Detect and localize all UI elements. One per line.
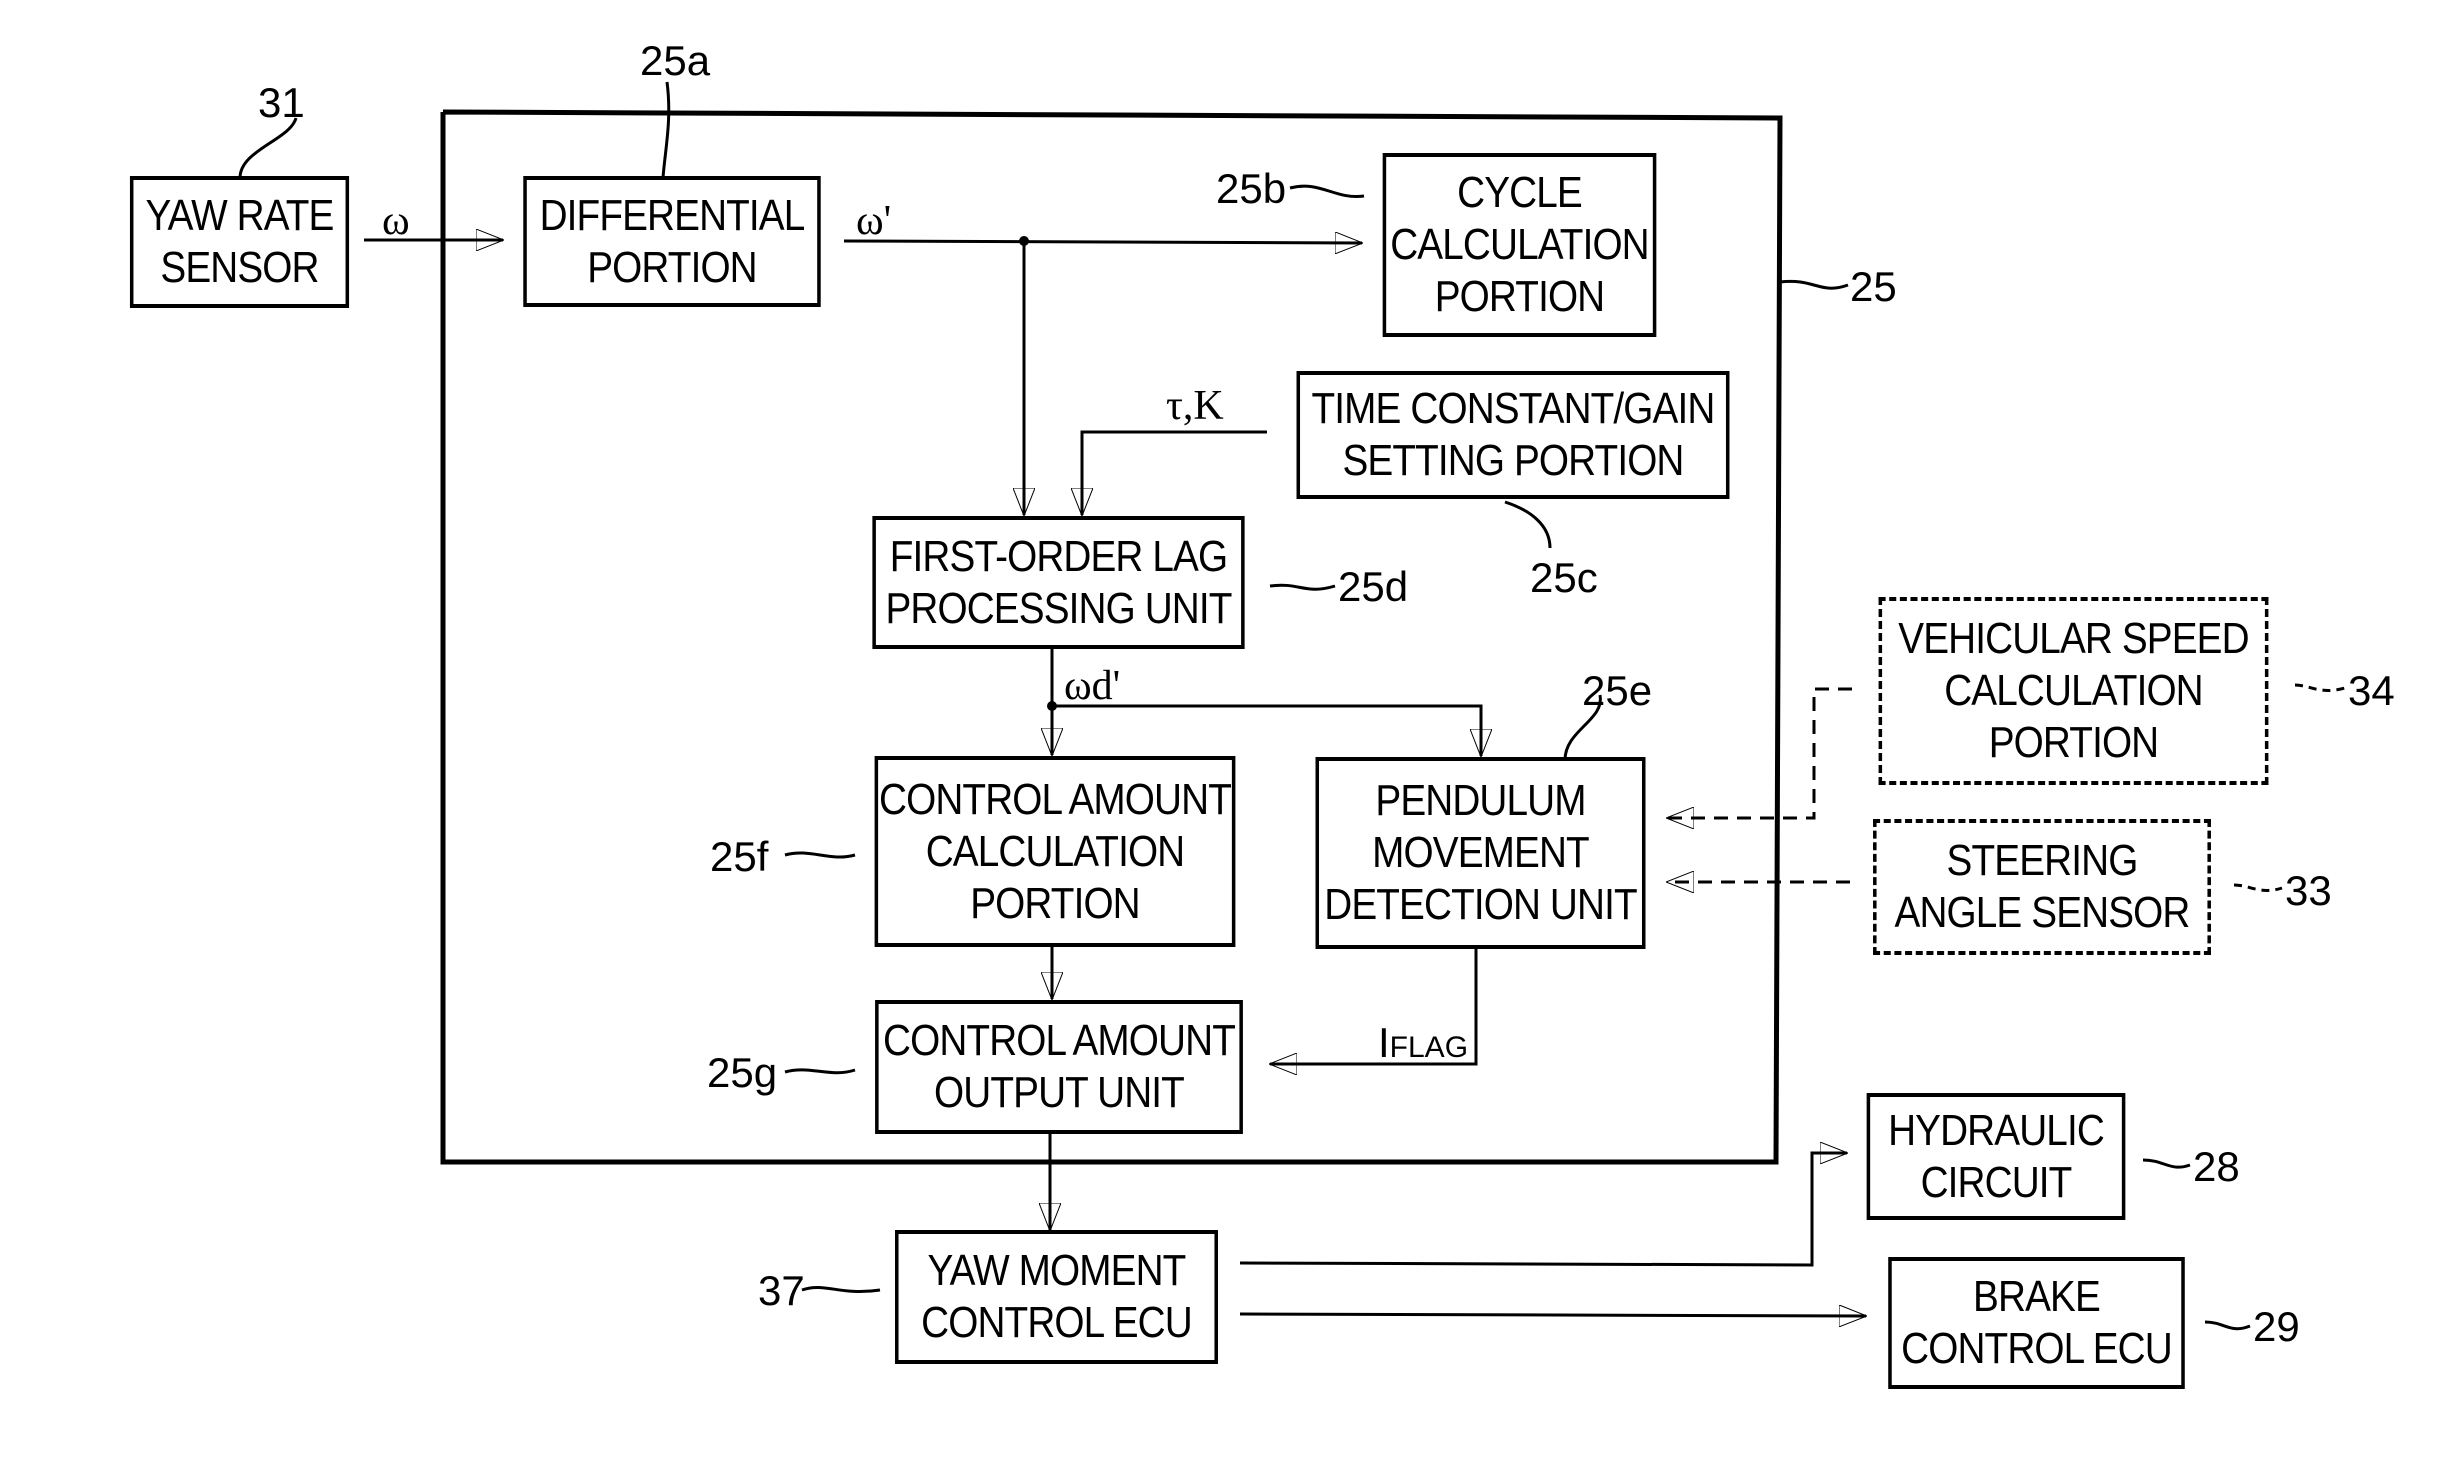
leader-25g xyxy=(784,1068,856,1075)
yaw-moment-control-ecu-block: YAW MOMENT CONTROL ECU xyxy=(895,1230,1218,1364)
leader-31 xyxy=(238,117,298,179)
block-text: CONTROL AMOUNT xyxy=(883,1016,1236,1065)
signal-tau-k: τ,K xyxy=(1166,383,1224,429)
leader-37 xyxy=(801,1286,881,1294)
differential-portion-block: DIFFERENTIAL PORTION xyxy=(523,176,821,307)
ref-label-37: 37 xyxy=(758,1267,805,1314)
hydraulic-circuit-block: HYDRAULIC CIRCUIT xyxy=(1866,1093,2126,1220)
leader-33 xyxy=(2233,883,2283,892)
control-amount-calculation-block: CONTROL AMOUNT CALCULATION PORTION xyxy=(874,756,1236,947)
block-text: PORTION xyxy=(1434,272,1605,321)
ref-label-25c: 25c xyxy=(1530,554,1598,601)
block-text: YAW RATE xyxy=(145,191,334,240)
block-text: DIFFERENTIAL xyxy=(539,190,806,240)
leader-28 xyxy=(2142,1158,2191,1169)
block-text: PORTION xyxy=(587,242,757,292)
vehicular-speed-block: VEHICULAR SPEED CALCULATION PORTION xyxy=(1878,597,2269,785)
block-text: CALCULATION xyxy=(1944,666,2203,715)
ref-label-25d: 25d xyxy=(1338,563,1409,610)
leader-25a xyxy=(661,81,671,179)
block-text: ANGLE SENSOR xyxy=(1894,888,2191,937)
leader-25f xyxy=(784,851,856,859)
ref-label-31: 31 xyxy=(258,79,305,126)
control-amount-output-block: CONTROL AMOUNT OUTPUT UNIT xyxy=(875,1000,1243,1134)
arrow-omega-d-pendulum xyxy=(1052,704,1481,756)
block-text: CONTROL ECU xyxy=(921,1298,1193,1347)
leader-25b xyxy=(1289,184,1365,199)
ref-label-25g: 25g xyxy=(707,1049,778,1096)
signal-omega-d-prime: ωd' xyxy=(1064,663,1121,709)
ref-label-25f: 25f xyxy=(710,833,769,880)
arrow-ecu-brake xyxy=(1239,1314,1866,1316)
block-text: OUTPUT UNIT xyxy=(934,1068,1185,1117)
block-text: PENDULUM xyxy=(1375,776,1586,825)
block-text: HYDRAULIC xyxy=(1888,1105,2105,1155)
block-text: CALCULATION xyxy=(925,826,1185,876)
signal-i-flag-main: I xyxy=(1378,1019,1390,1066)
steering-angle-sensor-block: STEERING ANGLE SENSOR xyxy=(1873,819,2211,955)
yaw-rate-sensor-block: YAW RATE SENSOR xyxy=(129,176,350,308)
block-text: CYCLE xyxy=(1457,168,1583,217)
block-text: FIRST-ORDER LAG xyxy=(889,531,1228,581)
block-text: YAW MOMENT xyxy=(927,1246,1187,1295)
signal-omega: ω xyxy=(382,198,410,244)
arrow-vehicular-pendulum xyxy=(1667,687,1852,818)
ref-label-25a: 25a xyxy=(640,37,711,84)
cycle-calculation-block: CYCLE CALCULATION PORTION xyxy=(1382,153,1657,337)
ref-label-25e: 25e xyxy=(1582,667,1653,714)
ref-label-25b: 25b xyxy=(1216,165,1287,212)
block-text: CONTROL ECU xyxy=(1901,1324,2173,1373)
first-order-lag-block: FIRST-ORDER LAG PROCESSING UNIT xyxy=(872,516,1245,649)
ref-label-25: 25 xyxy=(1850,263,1897,310)
block-text: SENSOR xyxy=(160,243,319,292)
arrow-tau-k xyxy=(1082,430,1267,515)
ref-label-34: 34 xyxy=(2348,667,2395,714)
leader-29 xyxy=(2204,1320,2251,1331)
ref-label-33: 33 xyxy=(2285,867,2332,914)
pendulum-movement-block: PENDULUM MOVEMENT DETECTION UNIT xyxy=(1315,757,1646,949)
block-text: CALCULATION xyxy=(1390,220,1649,269)
block-text: DETECTION UNIT xyxy=(1324,880,1637,929)
block-text: VEHICULAR SPEED xyxy=(1898,614,2249,663)
ref-label-28: 28 xyxy=(2193,1143,2240,1190)
block-text: CIRCUIT xyxy=(1920,1157,2073,1207)
signal-i-flag-sub: FLAG xyxy=(1389,1031,1469,1064)
block-diagram: YAW RATE SENSOR DIFFERENTIAL PORTION CYC… xyxy=(0,0,2457,1464)
leader-25c xyxy=(1504,500,1552,549)
block-text: PROCESSING UNIT xyxy=(885,583,1232,633)
block-text: PORTION xyxy=(1988,718,2159,767)
signal-omega-prime: ω' xyxy=(856,198,892,244)
block-text: CONTROL AMOUNT xyxy=(879,774,1232,824)
block-text: TIME CONSTANT/GAIN xyxy=(1311,384,1716,433)
block-text: PORTION xyxy=(970,878,1140,928)
time-constant-gain-block: TIME CONSTANT/GAIN SETTING PORTION xyxy=(1296,371,1730,499)
block-text: MOVEMENT xyxy=(1372,828,1590,877)
leader-34 xyxy=(2294,683,2346,692)
arrow-ecu-hydraulic xyxy=(1239,1153,1847,1267)
block-text: BRAKE xyxy=(1973,1272,2101,1321)
signal-i-flag: IFLAG xyxy=(1378,1022,1468,1064)
brake-control-ecu-block: BRAKE CONTROL ECU xyxy=(1888,1257,2185,1389)
leader-25 xyxy=(1779,279,1849,290)
block-text: SETTING PORTION xyxy=(1342,436,1684,485)
ref-label-29: 29 xyxy=(2253,1303,2300,1350)
block-text: STEERING xyxy=(1946,836,2139,885)
arrow-omega-prime-cycle xyxy=(843,241,1362,243)
leader-25d xyxy=(1269,583,1336,591)
